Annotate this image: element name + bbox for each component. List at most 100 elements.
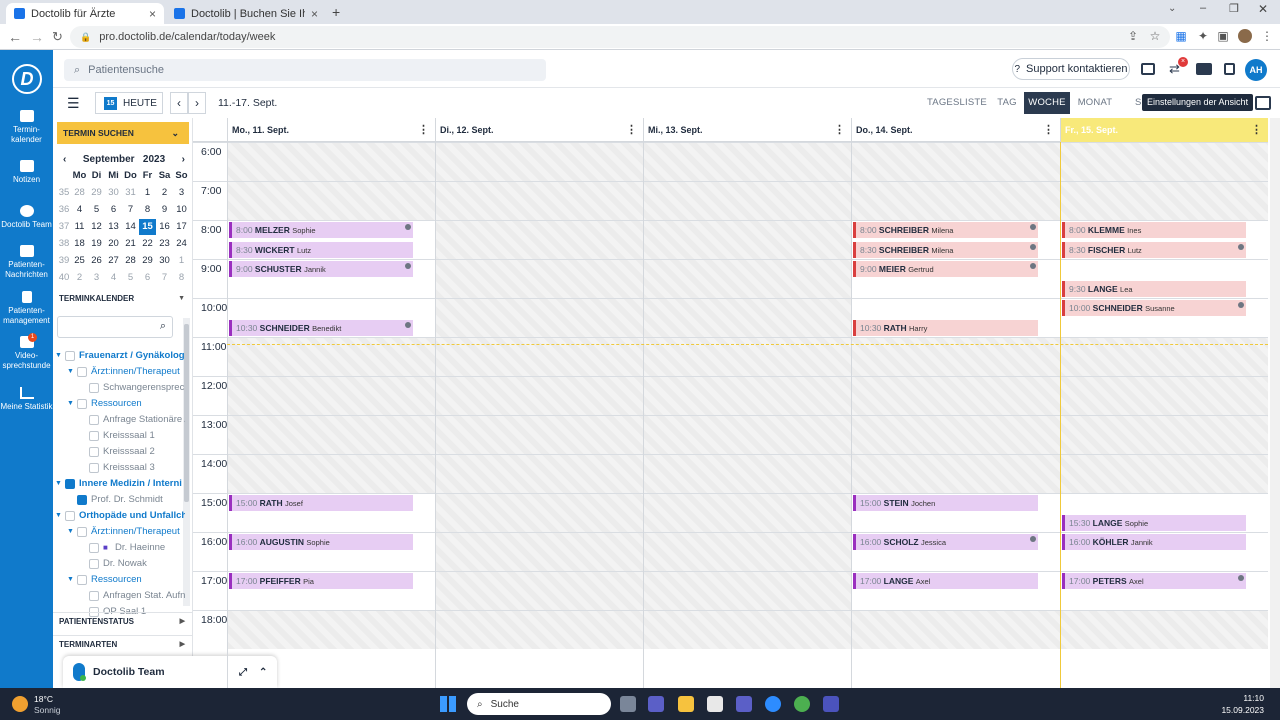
- terminkalender-header[interactable]: TERMINKALENDER ▼: [53, 290, 192, 308]
- calendar-day[interactable]: 19: [88, 236, 105, 252]
- calendar-day[interactable]: 5: [122, 270, 139, 286]
- expand-toggle-icon[interactable]: ▼: [55, 508, 62, 524]
- doctolib-logo-icon[interactable]: D: [12, 64, 42, 94]
- slack-icon[interactable]: [707, 696, 723, 712]
- calendar-tree-item[interactable]: ▼ Ressourcen: [53, 572, 185, 588]
- appointment[interactable]: 17:00 PETERS Axel: [1062, 573, 1246, 589]
- calendar-day[interactable]: 6: [105, 202, 122, 218]
- teams-work-icon[interactable]: [823, 696, 839, 712]
- checkbox[interactable]: [89, 559, 99, 569]
- appointment[interactable]: 10:00 SCHNEIDER Susanne: [1062, 300, 1246, 316]
- nav-notizen[interactable]: Notizen: [0, 160, 53, 185]
- calendar-day[interactable]: 18: [71, 236, 88, 252]
- prev-month-icon[interactable]: ‹: [63, 154, 66, 165]
- calendar-tree-item[interactable]: ▼ Frauenarzt / Gynäkologie: [53, 348, 185, 364]
- calendar-day[interactable]: 12: [88, 219, 105, 235]
- calendar-day[interactable]: 27: [105, 253, 122, 269]
- view-settings-icon[interactable]: [1255, 96, 1271, 110]
- calendar-day[interactable]: 14: [122, 219, 139, 235]
- calendar-day[interactable]: 1: [173, 253, 190, 269]
- available-slot[interactable]: [1060, 493, 1268, 610]
- calendar-tree-item[interactable]: Prof. Dr. Schmidt: [53, 492, 185, 508]
- calendar-day[interactable]: 7: [122, 202, 139, 218]
- calendar-day[interactable]: 6: [139, 270, 156, 286]
- checkbox[interactable]: [89, 383, 99, 393]
- day-header[interactable]: Do., 14. Sept. ⋮: [851, 118, 1060, 142]
- checkbox[interactable]: [89, 543, 99, 553]
- checkbox[interactable]: [77, 527, 87, 537]
- appointment[interactable]: 16:00 KÖHLER Jannik: [1062, 534, 1246, 550]
- calendar-day[interactable]: 29: [88, 185, 105, 201]
- appointment[interactable]: 9:30 LANGE Lea: [1062, 280, 1246, 297]
- appointment[interactable]: 8:00 SCHREIBER Milena: [853, 222, 1038, 238]
- calendar-filter-input[interactable]: ⌕: [57, 316, 173, 338]
- appointment[interactable]: 9:00 MEIER Gertrud: [853, 261, 1038, 277]
- calendar-day[interactable]: 17: [173, 219, 190, 235]
- file-explorer-icon[interactable]: [678, 696, 694, 712]
- checkbox[interactable]: [77, 575, 87, 585]
- view-tagesliste[interactable]: TAGESLISTE: [927, 92, 987, 114]
- task-view-icon[interactable]: [620, 696, 636, 712]
- checkbox[interactable]: [77, 399, 87, 409]
- appointment[interactable]: 8:30 SCHREIBER Milena: [853, 241, 1038, 258]
- extensions-puzzle-icon[interactable]: ✦: [1196, 29, 1210, 43]
- appointment[interactable]: 15:00 STEIN Jochen: [853, 495, 1038, 511]
- nav-patienten-nachrichten[interactable]: Patienten- Nachrichten: [0, 245, 53, 280]
- calendar-tree-item[interactable]: ▼ Ärzt:innen/Therapeut: [53, 364, 185, 380]
- calendar-tree-item[interactable]: Kreisssaal 1: [53, 428, 185, 444]
- appointment[interactable]: 8:00 MELZER Sophie: [229, 222, 413, 238]
- calendar-tree-item[interactable]: ▼ Innere Medizin / Interni: [53, 476, 185, 492]
- patientenstatus-header[interactable]: PATIENTENSTATUS ▶: [53, 612, 192, 630]
- minimize-icon[interactable]: –: [1200, 2, 1206, 14]
- url-field[interactable]: 🔒 pro.doctolib.de/calendar/today/week: [70, 26, 1170, 48]
- checkbox[interactable]: [65, 351, 75, 361]
- expand-toggle-icon[interactable]: ▼: [67, 572, 74, 588]
- sun-weather-icon[interactable]: [12, 696, 28, 712]
- day-options-icon[interactable]: ⋮: [1251, 118, 1262, 142]
- appointment[interactable]: 10:30 SCHNEIDER Benedikt: [229, 319, 413, 336]
- appointment[interactable]: 16:00 SCHOLZ Jessica: [853, 534, 1038, 550]
- user-avatar[interactable]: AH: [1245, 59, 1267, 81]
- expand-toggle-icon[interactable]: ▼: [55, 348, 62, 364]
- view-woche[interactable]: WOCHE: [1024, 92, 1070, 114]
- day-options-icon[interactable]: ⋮: [418, 118, 429, 142]
- appointment[interactable]: 9:00 SCHUSTER Jannik: [229, 261, 413, 277]
- support-button[interactable]: ? Support kontaktieren: [1012, 58, 1130, 80]
- appointment[interactable]: 16:00 AUGUSTIN Sophie: [229, 534, 413, 550]
- calendar-day[interactable]: 30: [105, 185, 122, 201]
- browser-tab[interactable]: Doctolib | Buchen Sie Ihren Arzt ×: [166, 3, 326, 24]
- calendar-tree-item[interactable]: Dr. Nowak: [53, 556, 185, 572]
- appointment[interactable]: 8:00 KLEMME Ines: [1062, 222, 1246, 238]
- calendar-tree-item[interactable]: ■ Dr. Haeinne: [53, 540, 185, 556]
- close-window-icon[interactable]: ✕: [1258, 2, 1268, 16]
- team-icon[interactable]: [1196, 63, 1212, 75]
- calendar-day[interactable]: 8: [173, 270, 190, 286]
- day-header[interactable]: Mo., 11. Sept. ⋮: [227, 118, 435, 142]
- calendar-day[interactable]: 26: [88, 253, 105, 269]
- calendar-tree-item[interactable]: ▼ Ressourcen: [53, 396, 185, 412]
- calendar-tree-item[interactable]: ▼ Orthopäde und Unfallch: [53, 508, 185, 524]
- teams-chat-icon[interactable]: [648, 696, 664, 712]
- forward-icon[interactable]: →: [30, 29, 44, 45]
- previous-week-button[interactable]: ‹: [170, 92, 188, 114]
- checkbox[interactable]: [89, 463, 99, 473]
- calendar-day[interactable]: 15: [139, 219, 156, 235]
- zoom-icon[interactable]: [765, 696, 781, 712]
- maximize-icon[interactable]: ❐: [1229, 2, 1239, 15]
- bookmark-star-icon[interactable]: ☆: [1148, 29, 1162, 43]
- checkbox[interactable]: [77, 495, 87, 505]
- expand-toggle-icon[interactable]: ▼: [55, 476, 62, 492]
- day-header[interactable]: Fr., 15. Sept. ⋮: [1060, 118, 1268, 142]
- calendar-day[interactable]: 24: [173, 236, 190, 252]
- calendar-tree-item[interactable]: Kreisssaal 3: [53, 460, 185, 476]
- calendar-day[interactable]: 4: [105, 270, 122, 286]
- patient-search-input[interactable]: ⌕ Patientensuche: [64, 59, 546, 81]
- checkbox[interactable]: [89, 415, 99, 425]
- expand-toggle-icon[interactable]: ▼: [67, 364, 74, 380]
- appointment[interactable]: 10:30 RATH Harry: [853, 319, 1038, 336]
- expand-toggle-icon[interactable]: ▼: [67, 396, 74, 412]
- calendar-day[interactable]: 13: [105, 219, 122, 235]
- calendar-tree-item[interactable]: Schwangerensprechstunde: [53, 380, 185, 396]
- calendar-tree-item[interactable]: Anfrage Stationäre A: [53, 412, 185, 428]
- nav-meine-statistik[interactable]: Meine Statistik: [0, 387, 53, 412]
